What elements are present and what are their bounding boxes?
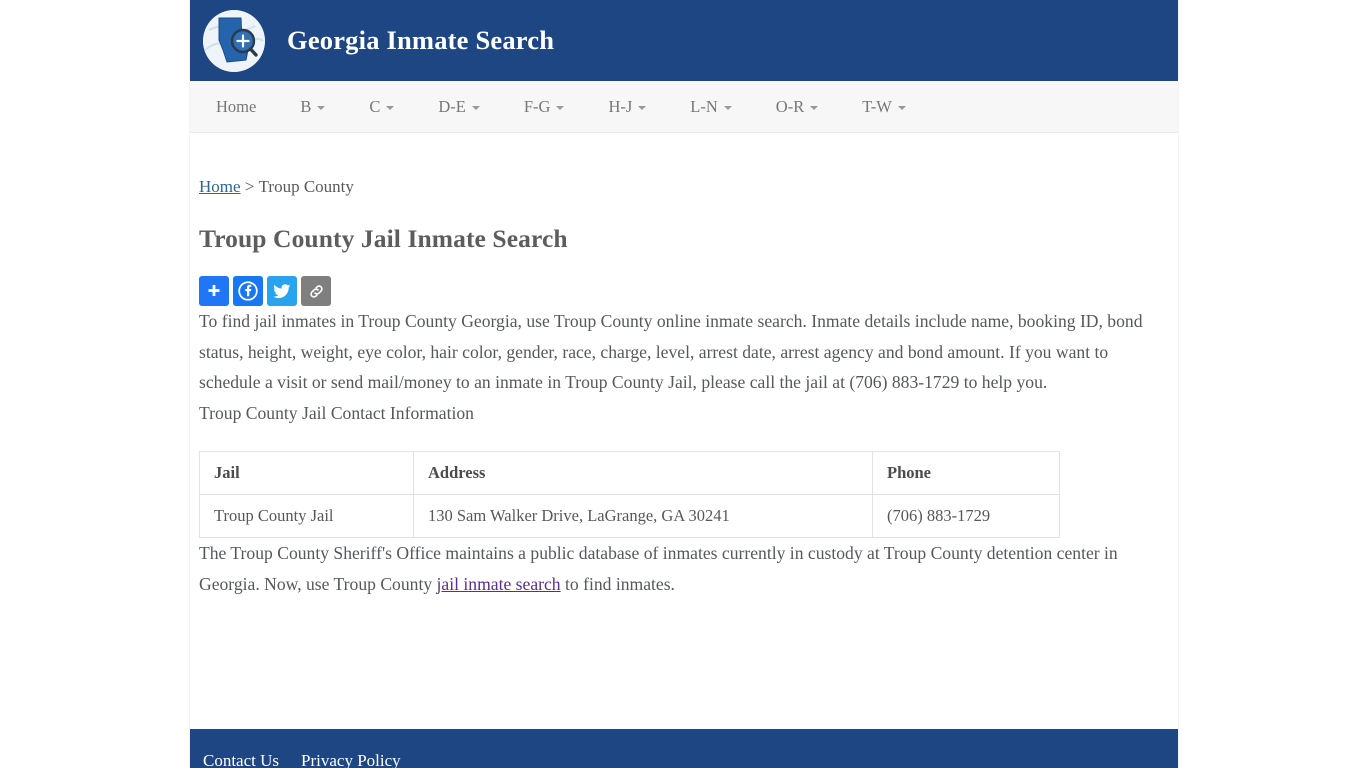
- breadcrumb-home-link[interactable]: Home: [199, 177, 241, 196]
- chevron-down-icon: [638, 105, 647, 110]
- chevron-down-icon: [897, 105, 906, 110]
- nav-item-label: B: [300, 96, 312, 116]
- nav-item-label: C: [369, 96, 381, 116]
- nav-item-label: F-G: [523, 96, 551, 116]
- nav-item-d-e[interactable]: D-E: [438, 97, 480, 117]
- intro-paragraph: To find jail inmates in Troup County Geo…: [199, 311, 1143, 392]
- nav-item-t-w[interactable]: T-W: [862, 97, 906, 117]
- share-addthis-button[interactable]: [199, 276, 229, 306]
- chevron-down-icon: [723, 105, 732, 110]
- plus-icon: [208, 285, 220, 296]
- nav-item-home[interactable]: Home: [216, 97, 256, 117]
- cell-jail-name: Troup County Jail: [199, 494, 414, 538]
- nav-item-label: O-R: [775, 96, 805, 116]
- chevron-down-icon: [386, 105, 395, 110]
- nav-item-label: L-N: [690, 96, 718, 116]
- site-title: Georgia Inmate Search: [287, 25, 555, 55]
- nav-item-f-g[interactable]: F-G: [524, 97, 565, 117]
- main-content: Home > Troup County Troup County Jail In…: [190, 177, 1178, 599]
- site-header: Georgia Inmate Search: [190, 0, 1178, 81]
- twitter-icon: [273, 284, 291, 299]
- cell-phone: (706) 883-1729: [872, 494, 1060, 538]
- nav-item-o-r[interactable]: O-R: [775, 96, 819, 117]
- chevron-down-icon: [556, 105, 565, 110]
- footer-links: Contact Us Privacy Policy: [203, 751, 1178, 768]
- share-buttons: [199, 276, 1167, 306]
- nav-item-label: D-E: [438, 96, 466, 116]
- share-twitter-button[interactable]: [267, 276, 297, 306]
- contact-table: Jail Address Phone Troup County Jail 130…: [199, 451, 1060, 538]
- nav-item-label: T-W: [862, 96, 892, 116]
- site-footer: Contact Us Privacy Policy: [190, 729, 1178, 768]
- facebook-icon: [238, 281, 258, 301]
- breadcrumb-separator: >: [244, 177, 255, 196]
- page-root: Georgia Inmate Search Home B C D-E F-G H…: [0, 0, 1366, 768]
- contact-info-heading: Troup County Jail Contact Information: [199, 402, 474, 423]
- nav-item-c[interactable]: C: [369, 96, 395, 117]
- table-header-row: Jail Address Phone: [199, 451, 1060, 495]
- breadcrumb: Home > Troup County: [199, 177, 1167, 197]
- jail-inmate-search-link[interactable]: jail inmate search: [437, 574, 561, 594]
- content-container: Georgia Inmate Search Home B C D-E F-G H…: [190, 0, 1178, 768]
- georgia-map-magnifier-icon[interactable]: [203, 9, 265, 72]
- nav-item-h-j[interactable]: H-J: [608, 96, 647, 117]
- chevron-down-icon: [471, 105, 480, 110]
- closing-paragraph: The Troup County Sheriff's Office mainta…: [199, 538, 1149, 599]
- nav-item-l-n[interactable]: L-N: [690, 97, 732, 117]
- table-header-phone: Phone: [872, 451, 1060, 495]
- chevron-down-icon: [810, 105, 819, 110]
- chevron-down-icon: [317, 105, 326, 110]
- table-header-address: Address: [413, 451, 873, 495]
- breadcrumb-current: Troup County: [258, 177, 354, 196]
- footer-link-contact-us[interactable]: Contact Us: [203, 751, 279, 768]
- nav-item-b[interactable]: B: [300, 96, 326, 117]
- nav-item-label: Home: [216, 96, 257, 116]
- main-navigation: Home B C D-E F-G H-J L-N O-R T-W: [190, 81, 1178, 133]
- table-row: Troup County Jail 130 Sam Walker Drive, …: [199, 494, 1060, 538]
- page-title: Troup County Jail Inmate Search: [199, 224, 568, 253]
- nav-item-label: H-J: [608, 96, 633, 116]
- link-icon: [309, 284, 323, 298]
- table-header-jail: Jail: [199, 451, 414, 495]
- closing-text-after-link: to find inmates.: [560, 573, 675, 594]
- share-facebook-button[interactable]: [233, 276, 263, 306]
- footer-link-privacy-policy[interactable]: Privacy Policy: [301, 751, 401, 768]
- cell-address: 130 Sam Walker Drive, LaGrange, GA 30241: [413, 494, 873, 538]
- share-copy-link-button[interactable]: [301, 276, 331, 306]
